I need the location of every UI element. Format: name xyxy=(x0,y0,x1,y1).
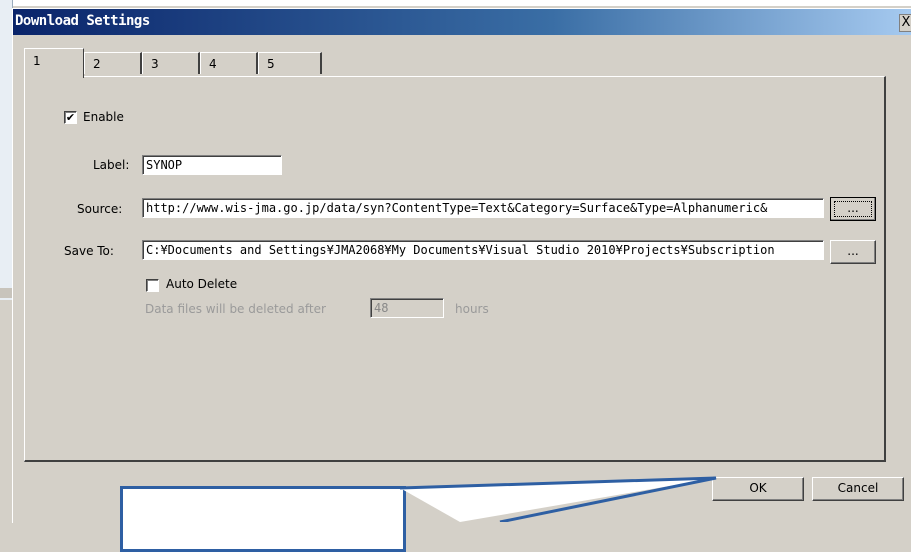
callout-pointer xyxy=(399,476,717,522)
tab-1[interactable]: 1 xyxy=(24,48,84,78)
